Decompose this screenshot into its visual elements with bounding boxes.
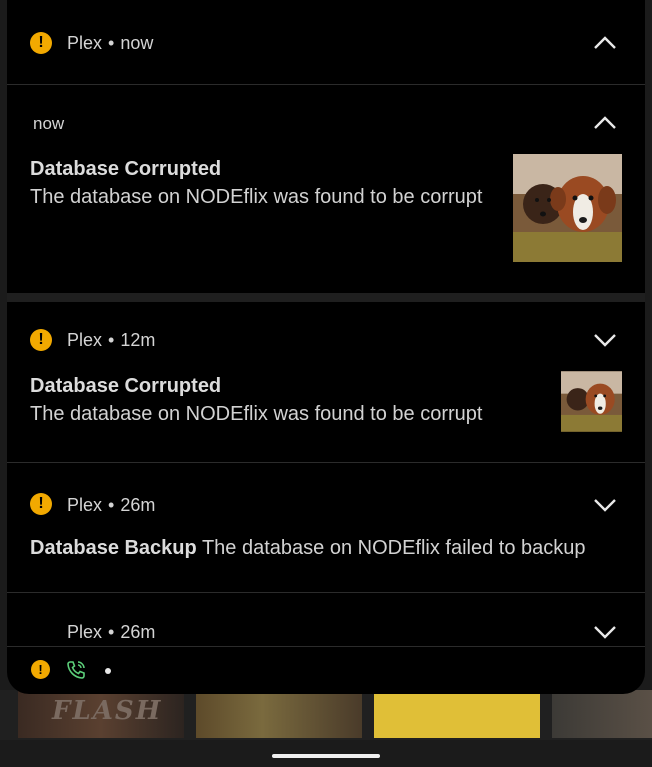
separator-dot: • xyxy=(108,33,115,53)
chevron-up-icon[interactable] xyxy=(592,115,618,131)
notification-summary: Database Backup The database on NODEflix… xyxy=(30,537,586,560)
media-thumbnail xyxy=(552,690,652,738)
timestamp: now xyxy=(33,114,65,133)
notification-title: Database Backup xyxy=(30,537,197,559)
notification-shade: ! Plex • now now Database Corrupted The da… xyxy=(7,0,645,694)
gesture-nav-bar[interactable] xyxy=(272,754,380,758)
separator-dot: • xyxy=(108,622,115,642)
warning-icon: ! xyxy=(30,329,52,351)
divider xyxy=(7,84,645,85)
warning-icon: ! xyxy=(30,32,52,54)
chevron-up-icon[interactable] xyxy=(592,35,618,51)
app-name: Plex xyxy=(67,33,103,53)
notification-header: Plex • 12m xyxy=(67,330,155,351)
timestamp: now xyxy=(120,33,154,53)
warning-icon: ! xyxy=(31,660,50,679)
divider xyxy=(7,646,645,647)
notification-header: Plex • 26m xyxy=(67,495,155,516)
divider xyxy=(7,592,645,593)
app-name: Plex xyxy=(67,622,103,642)
notification-title: Database Corrupted xyxy=(30,375,222,397)
dog-photo-thumbnail xyxy=(561,371,622,432)
separator-dot: • xyxy=(108,330,115,350)
chevron-down-icon[interactable] xyxy=(592,497,618,513)
notification-text: The database on NODEflix was found to be… xyxy=(30,186,483,208)
app-name: Plex xyxy=(67,495,103,515)
divider xyxy=(7,462,645,463)
notification-icon-strip: ! xyxy=(7,646,645,694)
media-thumbnail xyxy=(374,690,540,738)
media-thumbnail: FLASH xyxy=(18,690,184,738)
notification-header: Plex • 26m xyxy=(67,622,155,643)
notification-text: The database on NODEflix failed to backu… xyxy=(201,537,586,559)
notification-title: Database Corrupted xyxy=(30,158,222,180)
dog-photo-thumbnail xyxy=(513,154,622,262)
media-thumbnail xyxy=(196,690,362,738)
chevron-down-icon[interactable] xyxy=(592,332,618,348)
warning-icon: ! xyxy=(30,493,52,515)
chevron-down-icon[interactable] xyxy=(592,624,618,640)
wifi-call-icon xyxy=(65,659,87,681)
timestamp: 26m xyxy=(120,495,156,515)
notification-gap xyxy=(7,293,645,302)
thumbnail-text: FLASH xyxy=(52,696,163,726)
group-header: Plex • now xyxy=(67,33,153,54)
app-name: Plex xyxy=(67,330,103,350)
more-notifications-dot xyxy=(105,668,111,674)
timestamp: 26m xyxy=(120,622,156,642)
separator-dot: • xyxy=(108,495,115,515)
notification-text: The database on NODEflix was found to be… xyxy=(30,403,483,425)
timestamp: 12m xyxy=(120,330,156,350)
